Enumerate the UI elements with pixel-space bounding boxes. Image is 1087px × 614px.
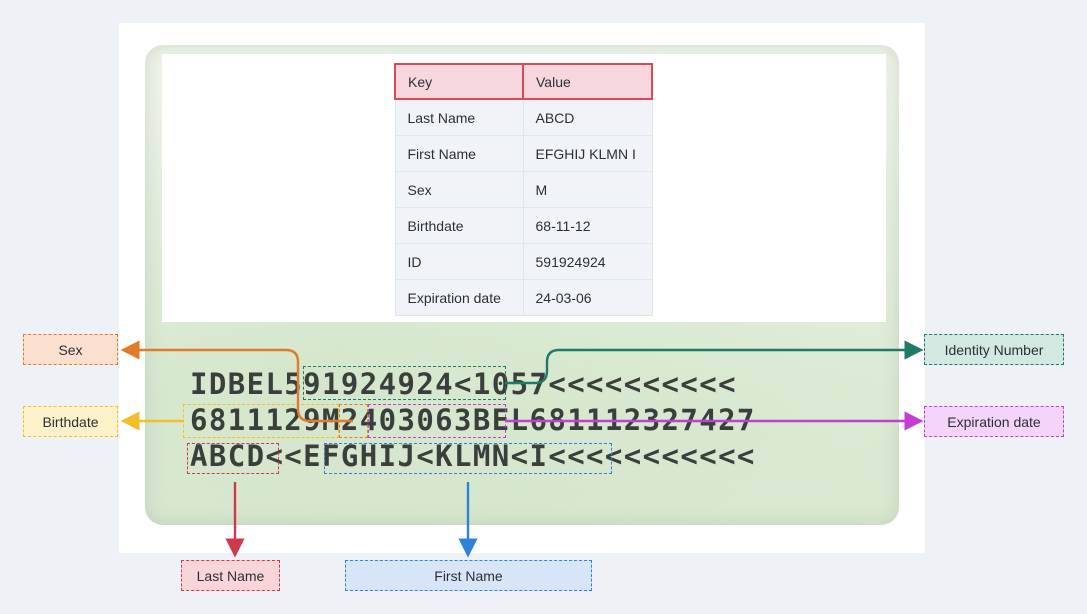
birthdate-label: Birthdate	[23, 406, 118, 437]
expiration-date-label: Expiration date	[924, 406, 1064, 437]
first-name-label: First Name	[345, 560, 592, 591]
sex-label: Sex	[23, 334, 118, 365]
identity-number-label: Identity Number	[924, 334, 1064, 365]
sex-connector	[120, 340, 353, 423]
connector-arrows	[120, 340, 924, 558]
identity-number-connector	[506, 340, 924, 385]
last-name-label: Last Name	[181, 560, 280, 591]
mrz-diagram: Key Value Last Name ABCD First Name EFGH…	[0, 0, 1087, 614]
